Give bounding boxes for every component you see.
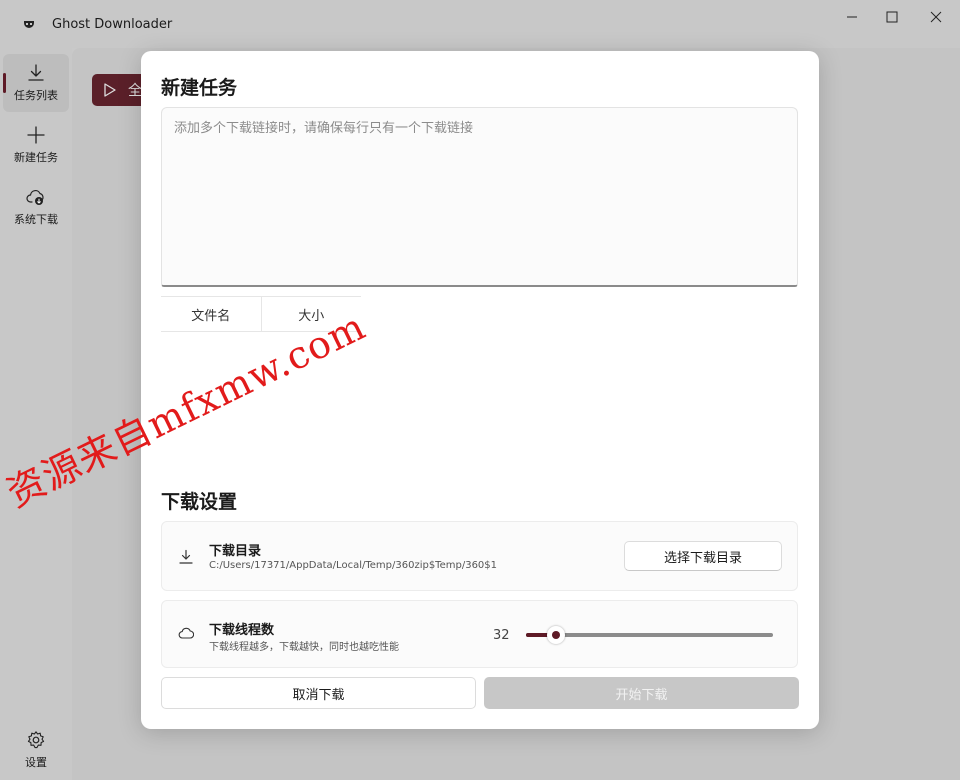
sidebar-item-task-list[interactable]: 任务列表 <box>3 54 69 112</box>
start-download-button[interactable]: 开始下载 <box>484 677 799 709</box>
download-threads-card: 下载线程数 下载线程越多，下载越快，同时也越吃性能 32 <box>161 600 798 668</box>
thread-count-slider[interactable] <box>526 625 773 645</box>
sidebar-item-settings[interactable]: 设置 <box>3 724 69 776</box>
sidebar-item-label: 任务列表 <box>14 89 58 102</box>
plus-icon <box>27 126 45 144</box>
thread-count-value: 32 <box>493 628 510 643</box>
close-icon <box>930 11 942 23</box>
dialog-title: 新建任务 <box>161 77 238 99</box>
start-all-label: 全 <box>128 83 142 99</box>
cloud-download-icon <box>26 190 44 205</box>
cloud-icon <box>178 627 194 639</box>
sidebar-item-new-task[interactable]: 新建任务 <box>3 116 69 174</box>
close-button[interactable] <box>913 0 959 34</box>
play-icon <box>104 83 116 97</box>
download-threads-description: 下载线程越多，下载越快，同时也越吃性能 <box>209 642 399 653</box>
column-header-filename[interactable]: 文件名 <box>161 297 261 331</box>
file-table-header: 文件名 大小 <box>161 296 361 332</box>
download-directory-path: C:/Users/17371/AppData/Local/Temp/360zip… <box>209 560 498 571</box>
ghost-logo-icon <box>22 17 36 31</box>
download-directory-card: 下载目录 C:/Users/17371/AppData/Local/Temp/3… <box>161 521 798 591</box>
download-threads-title: 下载线程数 <box>209 623 275 638</box>
url-input[interactable] <box>162 108 797 285</box>
sidebar-item-label: 新建任务 <box>14 151 58 164</box>
sidebar-item-system-download[interactable]: 系统下载 <box>3 178 69 236</box>
sidebar-item-label: 系统下载 <box>14 213 58 226</box>
maximize-button[interactable] <box>869 0 915 34</box>
new-task-dialog: 新建任务 文件名 大小 下载设置 下载目录 C:/Users/17371/App… <box>141 51 819 729</box>
download-icon <box>28 64 44 81</box>
gear-icon <box>27 731 45 749</box>
download-icon <box>179 549 193 564</box>
download-directory-title: 下载目录 <box>209 544 262 559</box>
cancel-download-button[interactable]: 取消下载 <box>161 677 476 709</box>
slider-thumb[interactable] <box>547 626 565 644</box>
url-input-box <box>161 107 798 287</box>
navigation-sidebar: 任务列表 新建任务 系统下载 设置 <box>0 48 72 780</box>
minimize-icon <box>847 16 857 18</box>
column-header-size[interactable]: 大小 <box>260 297 362 331</box>
choose-directory-button[interactable]: 选择下载目录 <box>624 541 782 571</box>
download-settings-title: 下载设置 <box>161 491 238 513</box>
window-title: Ghost Downloader <box>52 16 173 32</box>
maximize-icon <box>886 11 898 23</box>
title-bar: Ghost Downloader <box>0 0 960 48</box>
sidebar-item-label: 设置 <box>25 756 47 769</box>
